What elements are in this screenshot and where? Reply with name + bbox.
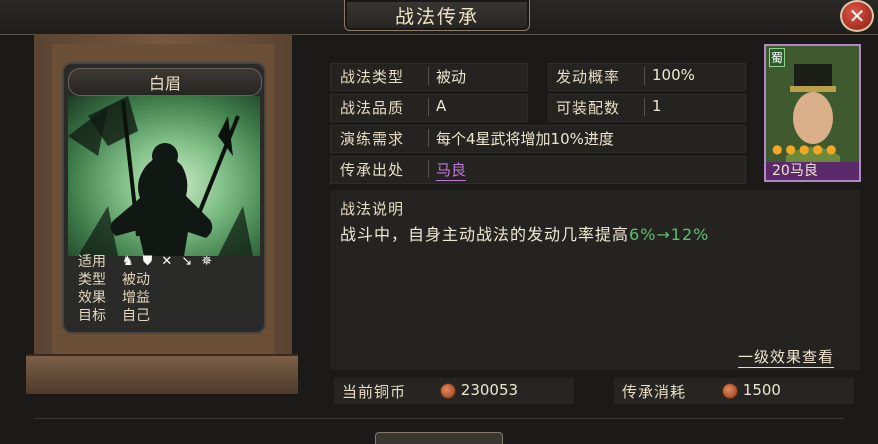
cost-value: 1500 bbox=[742, 381, 781, 399]
info-row-target: 目标 自己 bbox=[68, 306, 260, 324]
skill-artwork bbox=[68, 96, 260, 256]
description-text: 战斗中，自身主动战法的发动几率提高6%→12% bbox=[340, 221, 709, 245]
star-icon: ● bbox=[798, 142, 810, 156]
divider bbox=[644, 98, 645, 116]
star-icon: ● bbox=[812, 142, 823, 156]
level-effects-link[interactable]: 一级效果查看 bbox=[738, 346, 835, 368]
divider bbox=[644, 67, 645, 85]
skill-name: 白眉 bbox=[68, 68, 262, 96]
skill-card[interactable]: 白眉 适用 ♞ ⛊ ✕ ↘ ✵ 类型 被动 效果 增益 目标 自己 bbox=[62, 62, 266, 334]
copper-coin-icon bbox=[440, 382, 456, 399]
faction-badge: 蜀 bbox=[769, 48, 786, 67]
hero-label: 20马良 bbox=[772, 160, 818, 180]
wheel-icon: ✵ bbox=[201, 253, 213, 269]
info-row-type: 类型 被动 bbox=[68, 270, 260, 288]
info-row-effect: 效果 增益 bbox=[68, 288, 260, 306]
divider bbox=[428, 160, 429, 178]
star-icon: ● bbox=[825, 142, 837, 156]
close-icon: ✕ bbox=[848, 4, 866, 28]
star-icon: ● bbox=[772, 142, 783, 156]
copper-value-wrap: 230053 bbox=[440, 381, 518, 399]
copper-value: 230053 bbox=[460, 381, 519, 399]
training-value: 每个4星武将增加10%进度 bbox=[436, 130, 614, 148]
scroll-roller bbox=[26, 354, 298, 394]
hero-name: 马良 bbox=[789, 163, 818, 179]
equip-label: 可装配数 bbox=[556, 99, 621, 117]
type-value: 被动 bbox=[436, 68, 467, 86]
info-key: 效果 bbox=[78, 290, 106, 306]
info-value: 自己 bbox=[122, 308, 150, 324]
skill-info: 适用 ♞ ⛊ ✕ ↘ ✵ 类型 被动 效果 增益 目标 自己 bbox=[68, 252, 260, 328]
info-key: 适用 bbox=[78, 254, 106, 270]
divider bbox=[428, 129, 429, 147]
window-title: 战法传承 bbox=[344, 0, 530, 31]
spear-icon: ↘ bbox=[181, 253, 193, 269]
copper-coin-icon bbox=[722, 382, 738, 399]
inherit-button[interactable] bbox=[375, 432, 503, 444]
source-label: 传承出处 bbox=[340, 161, 405, 179]
info-key: 类型 bbox=[78, 272, 106, 288]
copper-label: 当前铜币 bbox=[342, 383, 407, 401]
cavalry-icon: ♞ bbox=[122, 253, 134, 269]
quality-value: A bbox=[436, 97, 447, 115]
rate-label: 发动概率 bbox=[556, 68, 621, 86]
quality-label: 战法品质 bbox=[340, 99, 405, 117]
info-row-troops: 适用 ♞ ⛊ ✕ ↘ ✵ bbox=[68, 252, 260, 271]
info-key: 目标 bbox=[78, 308, 106, 324]
close-button[interactable]: ✕ bbox=[840, 0, 874, 32]
footer-divider bbox=[34, 418, 844, 419]
divider bbox=[428, 98, 429, 116]
hero-portrait[interactable]: 蜀 ● ● ● ● ● 20马良 bbox=[764, 44, 861, 182]
hero-level: 20 bbox=[772, 163, 790, 179]
info-value: 被动 bbox=[122, 272, 150, 288]
cost-label: 传承消耗 bbox=[622, 383, 687, 401]
description-label: 战法说明 bbox=[340, 200, 405, 218]
hero-stars: ● ● ● ● ● bbox=[772, 142, 836, 156]
info-value: 增益 bbox=[122, 290, 150, 306]
rate-value: 100% bbox=[652, 66, 695, 84]
equip-value: 1 bbox=[652, 97, 662, 115]
star-icon: ● bbox=[785, 142, 796, 156]
warrior-silhouette-icon bbox=[68, 96, 253, 256]
bow-icon: ✕ bbox=[161, 253, 173, 269]
description-panel bbox=[330, 190, 860, 370]
source-link[interactable]: 马良 bbox=[436, 159, 467, 181]
shield-icon: ⛊ bbox=[142, 253, 153, 269]
cost-value-wrap: 1500 bbox=[722, 381, 781, 399]
divider bbox=[428, 67, 429, 85]
description-highlight: 6%→12% bbox=[629, 225, 710, 244]
description-body: 战斗中，自身主动战法的发动几率提高 bbox=[340, 225, 630, 244]
troop-icons: ♞ ⛊ ✕ ↘ ✵ bbox=[122, 254, 212, 269]
training-label: 演练需求 bbox=[340, 130, 405, 148]
type-label: 战法类型 bbox=[340, 68, 405, 86]
